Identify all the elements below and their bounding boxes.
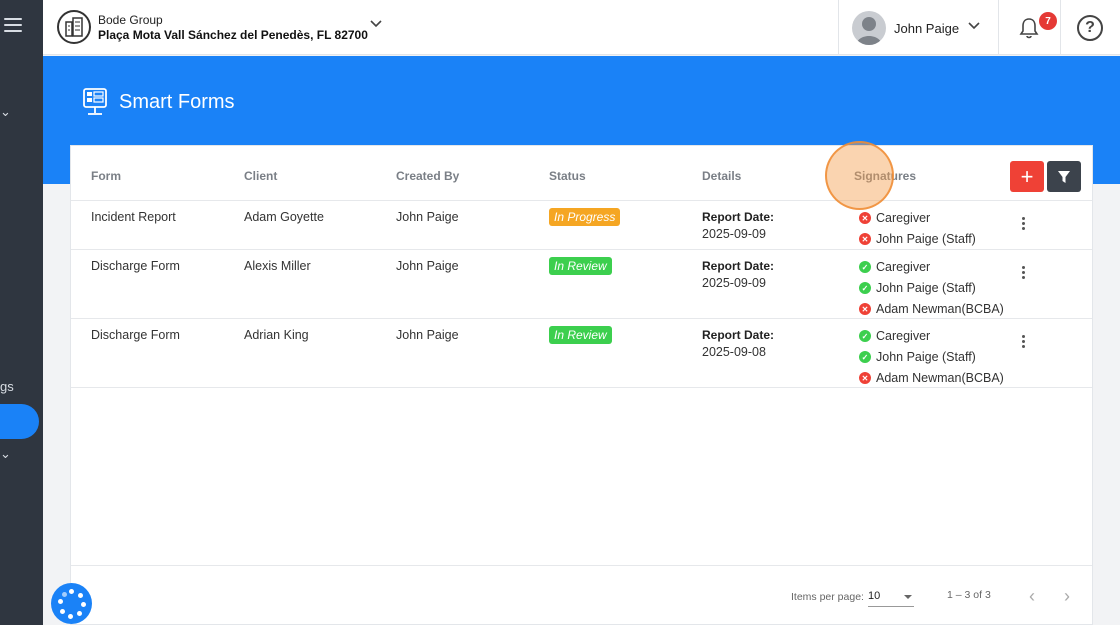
chevron-down-icon[interactable] xyxy=(967,19,981,38)
table-row[interactable]: Incident Report Adam Goyette John Paige … xyxy=(71,201,1092,250)
signature-item: ✕ John Paige (Staff) xyxy=(859,232,976,246)
signature-item: ✕ Adam Newman(BCBA) xyxy=(859,302,1004,316)
x-circle-icon: ✕ xyxy=(859,212,871,224)
x-circle-icon: ✕ xyxy=(859,372,871,384)
bell-icon[interactable] xyxy=(1017,16,1041,45)
org-address: Plaça Mota Vall Sánchez del Penedès, FL … xyxy=(98,28,368,42)
signature-item: ✓ John Paige (Staff) xyxy=(859,281,976,295)
check-circle-icon: ✓ xyxy=(859,330,871,342)
filter-button[interactable] xyxy=(1047,161,1081,192)
notification-badge[interactable]: 7 xyxy=(1039,12,1057,30)
client-name: Adam Goyette xyxy=(244,210,324,224)
chevron-down-icon[interactable]: ⌄ xyxy=(0,446,11,462)
signature-item: ✓ John Paige (Staff) xyxy=(859,350,976,364)
items-per-page-value: 10 xyxy=(868,590,881,602)
chevron-down-icon[interactable] xyxy=(369,17,383,36)
signature-item: ✕ Caregiver xyxy=(859,211,930,225)
form-screen-icon xyxy=(82,87,108,122)
avatar[interactable] xyxy=(852,11,886,45)
table-row[interactable]: Discharge Form Alexis Miller John Paige … xyxy=(71,250,1092,319)
created-by: John Paige xyxy=(396,259,459,273)
items-per-page-label: Items per page: xyxy=(791,591,864,603)
client-name: Alexis Miller xyxy=(244,259,311,273)
column-header-details[interactable]: Details xyxy=(702,169,741,183)
check-circle-icon: ✓ xyxy=(859,282,871,294)
org-name: Bode Group xyxy=(98,13,163,27)
caret-down-icon xyxy=(904,595,912,599)
table-header: Form Client Created By Status Details Si… xyxy=(71,146,1092,201)
table-row[interactable]: Discharge Form Adrian King John Paige In… xyxy=(71,319,1092,388)
top-bar: Bode Group Plaça Mota Vall Sánchez del P… xyxy=(43,0,1120,55)
form-name: Discharge Form xyxy=(91,259,180,273)
column-header-client[interactable]: Client xyxy=(244,169,277,183)
check-circle-icon: ✓ xyxy=(859,261,871,273)
sidebar-item-label[interactable]: gs xyxy=(0,379,14,394)
column-header-status[interactable]: Status xyxy=(549,169,586,183)
detail-label: Report Date: xyxy=(702,259,775,273)
divider xyxy=(1060,0,1061,55)
status-badge: In Progress xyxy=(549,208,621,226)
chevron-down-icon[interactable]: ⌄ xyxy=(0,104,11,120)
user-name[interactable]: John Paige xyxy=(894,21,959,36)
menu-icon[interactable] xyxy=(4,18,22,32)
form-name: Incident Report xyxy=(91,210,176,224)
detail-value: 2025-09-09 xyxy=(702,276,766,290)
signature-item: ✕ Adam Newman(BCBA) xyxy=(859,371,1004,385)
add-form-button[interactable]: + xyxy=(1010,161,1044,192)
help-icon[interactable]: ? xyxy=(1077,15,1103,41)
forms-table-card: Form Client Created By Status Details Si… xyxy=(70,145,1093,625)
created-by: John Paige xyxy=(396,210,459,224)
x-circle-icon: ✕ xyxy=(859,303,871,315)
org-logo xyxy=(57,10,91,44)
items-per-page-select[interactable]: 10 xyxy=(868,589,914,607)
detail-label: Report Date: xyxy=(702,210,775,224)
divider xyxy=(838,0,839,55)
previous-page-button[interactable]: ‹ xyxy=(1029,586,1035,607)
form-name: Discharge Form xyxy=(91,328,180,342)
status-badge: In Review xyxy=(549,326,612,344)
loading-spinner-icon xyxy=(51,583,92,624)
sidebar-item-active[interactable] xyxy=(0,404,39,439)
detail-value: 2025-09-08 xyxy=(702,345,766,359)
sidebar: ⌄ gs ⌄ xyxy=(0,0,43,625)
signature-item: ✓ Caregiver xyxy=(859,329,930,343)
page-range-label: 1 – 3 of 3 xyxy=(947,589,991,601)
detail-label: Report Date: xyxy=(702,328,775,342)
status-badge: In Review xyxy=(549,257,612,275)
divider xyxy=(998,0,999,55)
next-page-button[interactable]: › xyxy=(1064,586,1070,607)
column-header-created-by[interactable]: Created By xyxy=(396,169,459,183)
more-vert-icon[interactable] xyxy=(1022,266,1026,281)
page-title: Smart Forms xyxy=(119,91,235,113)
client-name: Adrian King xyxy=(244,328,309,342)
created-by: John Paige xyxy=(396,328,459,342)
signature-item: ✓ Caregiver xyxy=(859,260,930,274)
column-header-form[interactable]: Form xyxy=(91,169,121,183)
filter-icon xyxy=(1058,170,1070,183)
detail-value: 2025-09-09 xyxy=(702,227,766,241)
x-circle-icon: ✕ xyxy=(859,233,871,245)
more-vert-icon[interactable] xyxy=(1022,335,1026,350)
check-circle-icon: ✓ xyxy=(859,351,871,363)
column-header-signatures[interactable]: Signatures xyxy=(854,169,916,183)
more-vert-icon[interactable] xyxy=(1022,217,1026,232)
paginator xyxy=(71,565,1092,625)
